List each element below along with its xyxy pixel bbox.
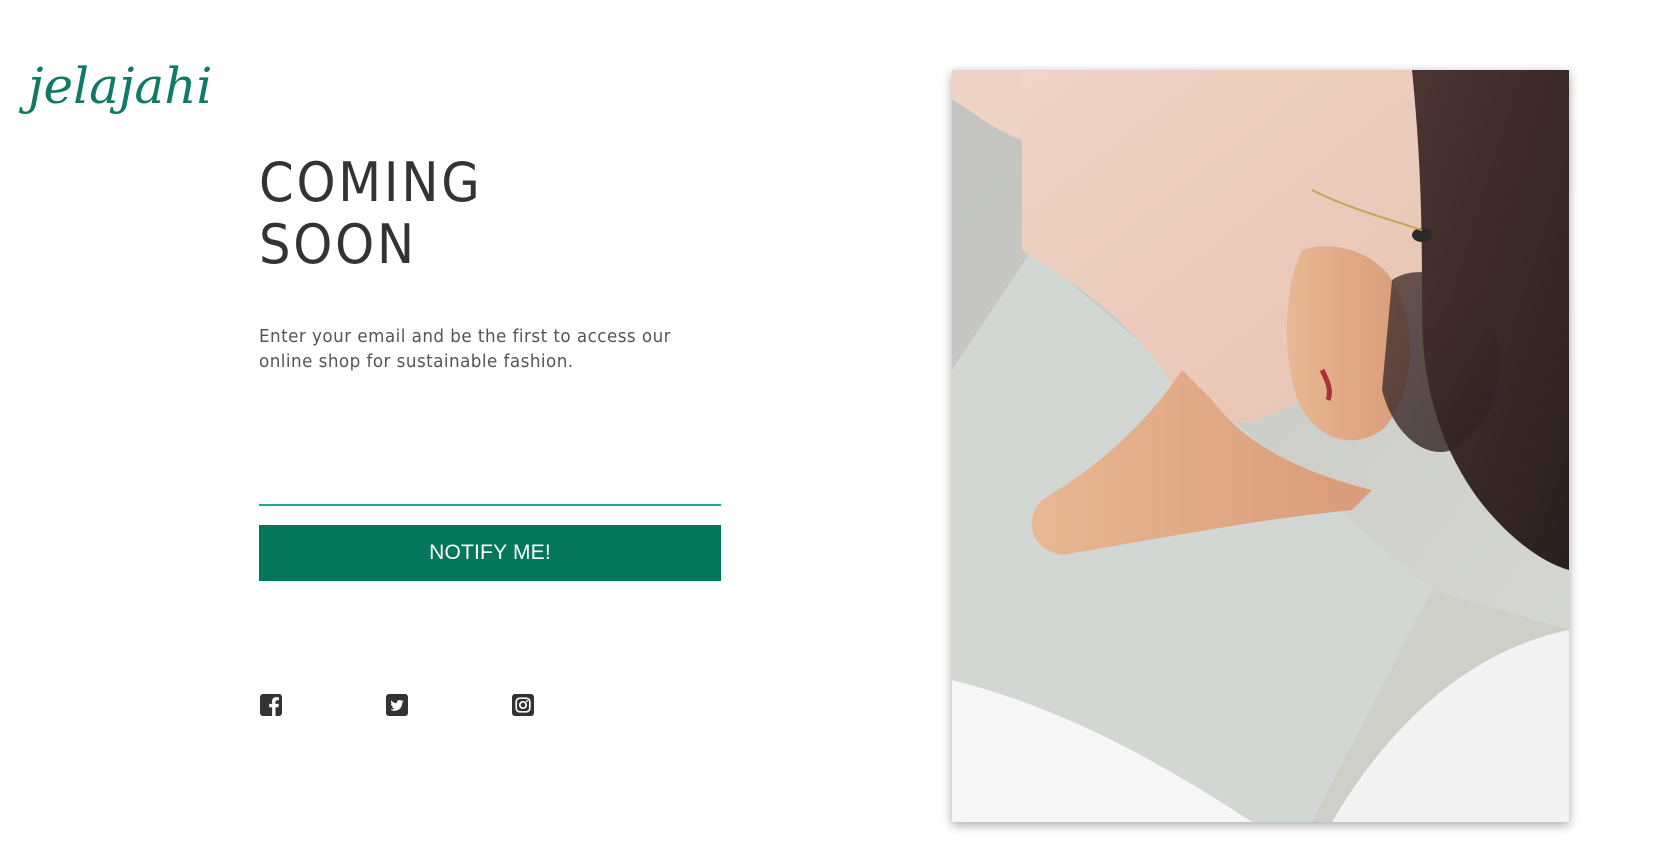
- instagram-link[interactable]: [511, 693, 535, 717]
- twitter-link[interactable]: [385, 693, 409, 717]
- subtitle-text: Enter your email and be the first to acc…: [259, 326, 672, 372]
- headline-line-1: COMING: [259, 151, 483, 214]
- hero-image: [952, 70, 1569, 822]
- instagram-icon: [511, 693, 535, 717]
- page-title: COMING SOON: [259, 152, 483, 276]
- facebook-link[interactable]: [259, 693, 283, 717]
- twitter-icon: [385, 693, 409, 717]
- headline-line-2: SOON: [259, 213, 417, 276]
- brand-logo[interactable]: jelajahi: [28, 56, 212, 116]
- coming-soon-page: jelajahi COMING SOON Enter your email an…: [0, 0, 1653, 865]
- facebook-icon: [259, 693, 283, 717]
- notify-me-button[interactable]: NOTIFY ME!: [259, 525, 721, 581]
- email-field[interactable]: [259, 470, 721, 506]
- hero-photo-illustration: [952, 70, 1569, 822]
